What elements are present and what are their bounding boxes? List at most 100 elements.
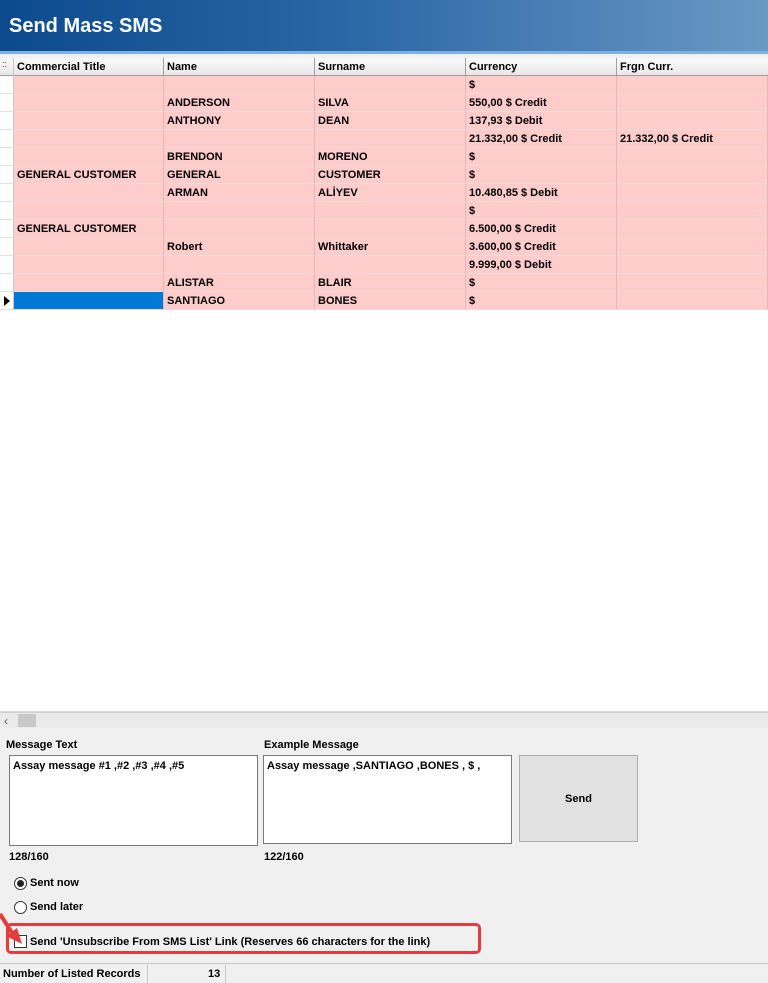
unsubscribe-label[interactable]: Send 'Unsubscribe From SMS List' Link (R… — [30, 936, 430, 948]
cell-name[interactable]: ARMAN — [164, 184, 315, 202]
cell-name[interactable]: BRENDON — [164, 148, 315, 166]
cell-surname[interactable] — [315, 76, 466, 94]
cell-commercial-title[interactable]: GENERAL CUSTOMER — [14, 166, 164, 184]
row-indicator[interactable] — [0, 130, 14, 148]
table-row[interactable]: 9.999,00 $ Debit — [0, 256, 768, 274]
cell-commercial-title[interactable] — [14, 112, 164, 130]
table-row[interactable]: GENERAL CUSTOMER 6.500,00 $ Credit — [0, 220, 768, 238]
cell-name[interactable]: GENERAL — [164, 166, 315, 184]
cell-frgn-curr[interactable] — [617, 202, 768, 220]
cell-name[interactable] — [164, 220, 315, 238]
cell-currency[interactable]: 10.480,85 $ Debit — [466, 184, 617, 202]
cell-currency[interactable]: $ — [466, 148, 617, 166]
row-indicator[interactable] — [0, 112, 14, 130]
cell-currency[interactable]: 3.600,00 $ Credit — [466, 238, 617, 256]
cell-surname[interactable] — [315, 256, 466, 274]
cell-commercial-title[interactable] — [14, 256, 164, 274]
row-indicator[interactable] — [0, 274, 14, 292]
table-row[interactable]: 21.332,00 $ Credit 21.332,00 $ Credit — [0, 130, 768, 148]
cell-frgn-curr[interactable] — [617, 94, 768, 112]
row-indicator[interactable] — [0, 292, 14, 310]
cell-currency[interactable]: 9.999,00 $ Debit — [466, 256, 617, 274]
table-row[interactable]: $ — [0, 76, 768, 94]
cell-frgn-curr[interactable] — [617, 292, 768, 310]
cell-frgn-curr[interactable] — [617, 256, 768, 274]
cell-commercial-title[interactable] — [14, 184, 164, 202]
cell-surname[interactable] — [315, 130, 466, 148]
cell-surname[interactable]: MORENO — [315, 148, 466, 166]
cell-frgn-curr[interactable] — [617, 220, 768, 238]
column-header-surname[interactable]: Surname — [315, 58, 466, 76]
cell-frgn-curr[interactable] — [617, 274, 768, 292]
table-row[interactable]: ANTHONY DEAN 137,93 $ Debit — [0, 112, 768, 130]
row-indicator[interactable] — [0, 256, 14, 274]
cell-surname[interactable]: BLAIR — [315, 274, 466, 292]
cell-currency[interactable]: 21.332,00 $ Credit — [466, 130, 617, 148]
cell-currency[interactable]: $ — [466, 292, 617, 310]
row-indicator[interactable] — [0, 220, 14, 238]
row-indicator[interactable] — [0, 202, 14, 220]
cell-currency[interactable]: $ — [466, 274, 617, 292]
cell-name[interactable]: ANTHONY — [164, 112, 315, 130]
row-indicator[interactable] — [0, 166, 14, 184]
column-header-frgn-curr[interactable]: Frgn Curr. — [617, 58, 768, 76]
cell-frgn-curr[interactable] — [617, 148, 768, 166]
cell-surname[interactable]: SILVA — [315, 94, 466, 112]
cell-currency[interactable]: $ — [466, 166, 617, 184]
cell-name[interactable]: ANDERSON — [164, 94, 315, 112]
cell-name[interactable]: Robert — [164, 238, 315, 256]
cell-currency[interactable]: 550,00 $ Credit — [466, 94, 617, 112]
cell-commercial-title[interactable] — [14, 274, 164, 292]
cell-surname[interactable]: CUSTOMER — [315, 166, 466, 184]
cell-surname[interactable]: ALİYEV — [315, 184, 466, 202]
cell-commercial-title[interactable]: GENERAL CUSTOMER — [14, 220, 164, 238]
table-row[interactable]: GENERAL CUSTOMER GENERAL CUSTOMER $ — [0, 166, 768, 184]
table-row[interactable]: ALISTAR BLAIR $ — [0, 274, 768, 292]
cell-frgn-curr[interactable] — [617, 166, 768, 184]
row-indicator[interactable] — [0, 148, 14, 166]
cell-surname[interactable]: BONES — [315, 292, 466, 310]
scroll-left-icon[interactable]: ‹ — [4, 714, 8, 728]
cell-frgn-curr[interactable] — [617, 76, 768, 94]
message-text-input[interactable]: Assay message #1 ,#2 ,#3 ,#4 ,#5 — [9, 755, 258, 846]
cell-name[interactable]: ALISTAR — [164, 274, 315, 292]
row-indicator[interactable] — [0, 94, 14, 112]
cell-commercial-title[interactable] — [14, 292, 164, 310]
send-button[interactable]: Send — [519, 755, 638, 842]
records-grid[interactable]: :: Commercial Title Name Surname Currenc… — [0, 58, 768, 712]
cell-frgn-curr[interactable]: 21.332,00 $ Credit — [617, 130, 768, 148]
table-row[interactable]: Robert Whittaker 3.600,00 $ Credit — [0, 238, 768, 256]
cell-name[interactable]: SANTIAGO — [164, 292, 315, 310]
cell-commercial-title[interactable] — [14, 94, 164, 112]
cell-frgn-curr[interactable] — [617, 112, 768, 130]
cell-surname[interactable]: DEAN — [315, 112, 466, 130]
cell-currency[interactable]: 6.500,00 $ Credit — [466, 220, 617, 238]
column-header-commercial-title[interactable]: Commercial Title — [14, 58, 164, 76]
row-indicator[interactable] — [0, 76, 14, 94]
cell-currency[interactable]: $ — [466, 202, 617, 220]
cell-frgn-curr[interactable] — [617, 238, 768, 256]
row-indicator[interactable] — [0, 238, 14, 256]
table-row[interactable]: SANTIAGO BONES $ — [0, 292, 768, 310]
table-row[interactable]: BRENDON MORENO $ — [0, 148, 768, 166]
sent-now-label[interactable]: Sent now — [30, 877, 79, 889]
column-header-name[interactable]: Name — [164, 58, 315, 76]
cell-currency[interactable]: 137,93 $ Debit — [466, 112, 617, 130]
cell-name[interactable] — [164, 76, 315, 94]
sent-now-radio[interactable] — [14, 877, 27, 890]
cell-surname[interactable] — [315, 220, 466, 238]
row-indicator[interactable] — [0, 184, 14, 202]
grid-corner[interactable]: :: — [0, 58, 14, 76]
cell-commercial-title[interactable] — [14, 76, 164, 94]
cell-name[interactable] — [164, 130, 315, 148]
horizontal-scrollbar[interactable]: ‹ — [0, 712, 768, 728]
cell-commercial-title[interactable] — [14, 148, 164, 166]
cell-currency[interactable]: $ — [466, 76, 617, 94]
cell-name[interactable] — [164, 256, 315, 274]
table-row[interactable]: ANDERSON SILVA 550,00 $ Credit — [0, 94, 768, 112]
cell-surname[interactable]: Whittaker — [315, 238, 466, 256]
scroll-thumb[interactable] — [18, 714, 36, 727]
cell-name[interactable] — [164, 202, 315, 220]
cell-commercial-title[interactable] — [14, 202, 164, 220]
cell-commercial-title[interactable] — [14, 130, 164, 148]
